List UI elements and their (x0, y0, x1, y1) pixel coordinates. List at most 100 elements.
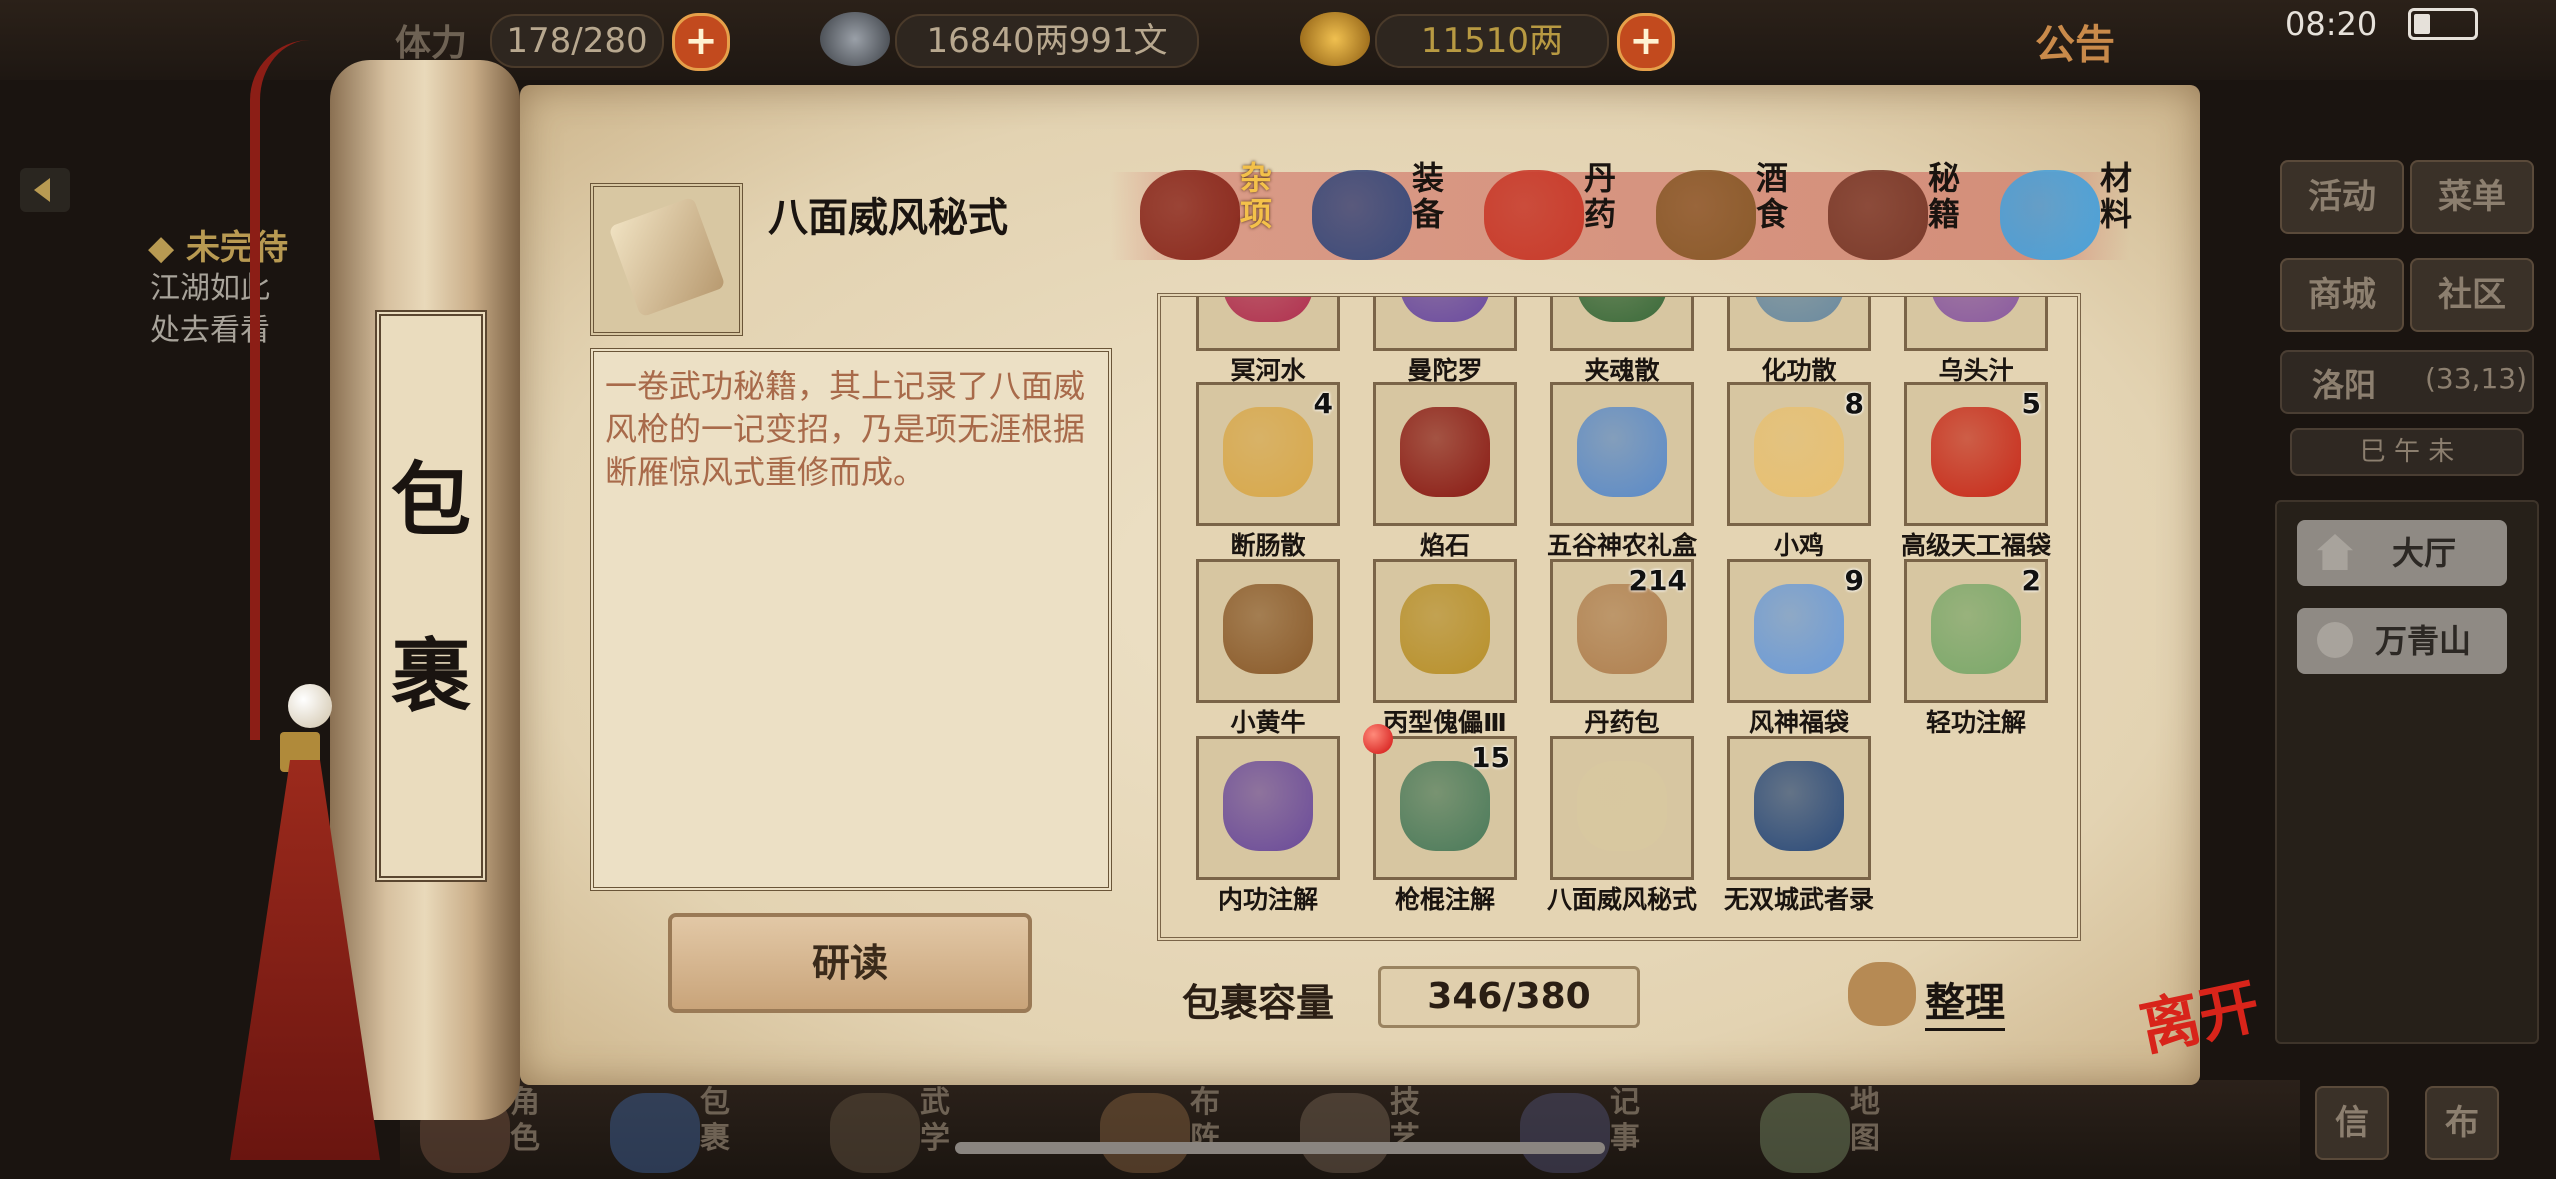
location-coords: (33,13) (2425, 362, 2528, 395)
inventory-slot[interactable] (1904, 297, 2048, 351)
inventory-slot[interactable] (1373, 297, 1517, 351)
home-indicator (955, 1142, 1605, 1154)
inventory-slot[interactable] (1373, 559, 1517, 703)
map-icon (1760, 1093, 1850, 1173)
nav-journal[interactable]: 记事 (1520, 1085, 1700, 1175)
gift-box-icon (1577, 407, 1667, 497)
category-tab-4[interactable]: 秘籍 (1828, 160, 1993, 270)
inventory-grid[interactable]: 冥河水 曼陀罗 夹魂散 化功散 乌头汁 4 断肠散 焰石 五谷神农礼盒 8 小鸡 5 高级天工福袋 小黄牛… (1157, 293, 2081, 941)
tag-char-2: 裹 (391, 629, 471, 723)
inventory-slot[interactable] (1727, 736, 1871, 880)
item-name: 高级天工福袋 (1900, 531, 2051, 560)
category-label: 杂项 (1240, 159, 1273, 233)
menu-button[interactable]: 菜单 (2410, 160, 2534, 234)
selected-item-name: 八面威风秘式 (768, 195, 1008, 241)
item-name: 小鸡 (1773, 531, 1824, 560)
nav-formation[interactable]: 布阵 (1100, 1085, 1280, 1175)
martial-books-icon (830, 1093, 920, 1173)
powder-icon (1577, 297, 1667, 322)
notice-button[interactable]: 公告 (2035, 12, 2115, 70)
flask-icon (1931, 297, 2021, 322)
tag-char-1: 包 (391, 453, 471, 547)
tassel-cord (250, 40, 320, 740)
inventory-slot[interactable] (1373, 382, 1517, 526)
activity-button[interactable]: 活动 (2280, 160, 2404, 234)
red-stone-icon (1400, 407, 1490, 497)
scroll-check-icon (1577, 761, 1667, 851)
item-name: 焰石 (1419, 531, 1470, 560)
sort-bag-icon[interactable] (1848, 962, 1916, 1026)
mall-button[interactable]: 商城 (2280, 258, 2404, 332)
clock: 08:20 (2285, 5, 2378, 43)
mail-button[interactable]: 信 (2315, 1086, 2389, 1160)
inventory-slot[interactable] (1196, 297, 1340, 351)
category-tab-1[interactable]: 装备 (1312, 160, 1477, 270)
item-name: 五谷神农礼盒 (1546, 531, 1697, 560)
inventory-slot[interactable] (1196, 559, 1340, 703)
item-name: 枪棍注解 (1394, 885, 1495, 914)
inventory-slot[interactable] (1550, 736, 1694, 880)
item-name: 断肠散 (1230, 531, 1306, 560)
item-description: 一卷武功秘籍，其上记录了八面威风枪的一记变招，乃是项无涯根据断雁惊风式重修而成。 (605, 367, 1086, 491)
bowl-icon (1223, 407, 1313, 497)
npc-wan-qingshan-button[interactable]: 万青山 (2297, 608, 2507, 674)
item-count: 5 (2021, 387, 2041, 420)
bag-title-tag: 包 裹 (375, 310, 487, 882)
category-label: 装备 (1412, 159, 1445, 233)
category-label: 秘籍 (1928, 159, 1961, 233)
wine-food-icon (1656, 170, 1756, 260)
inventory-slot[interactable] (1550, 382, 1694, 526)
gold-ingot-icon (1300, 12, 1370, 66)
formation-button[interactable]: 布 (2425, 1086, 2499, 1160)
pills-icon (1484, 170, 1584, 260)
scroll-cauldron-icon (1223, 761, 1313, 851)
armor-icon (1312, 170, 1412, 260)
category-tab-5[interactable]: 材料 (2000, 160, 2165, 270)
bottle-icon (1223, 297, 1313, 322)
community-button[interactable]: 社区 (2410, 258, 2534, 332)
inventory-slot[interactable] (1550, 297, 1694, 351)
inventory-slot[interactable]: 214 (1550, 559, 1694, 703)
powder-icon (1754, 297, 1844, 322)
inventory-slot[interactable]: 15 (1373, 736, 1517, 880)
item-count: 214 (1628, 564, 1687, 597)
bag-icon (610, 1093, 700, 1173)
add-stamina-button[interactable]: + (672, 13, 730, 71)
sort-button[interactable]: 整理 (1925, 970, 2005, 1031)
inventory-slot[interactable]: 4 (1196, 382, 1340, 526)
item-count: 4 (1313, 387, 1333, 420)
item-name: 风神福袋 (1748, 708, 1849, 737)
room-hall-button[interactable]: 大厅 (2297, 520, 2507, 586)
inventory-slot[interactable] (1196, 736, 1340, 880)
inventory-slot[interactable]: 2 (1904, 559, 2048, 703)
jade-bead (288, 684, 332, 728)
category-tab-3[interactable]: 酒食 (1656, 160, 1821, 270)
book-icon (1754, 761, 1844, 851)
category-tab-0[interactable]: 杂项 (1140, 160, 1305, 270)
item-name: 内功注解 (1217, 885, 1318, 914)
books-icon (1828, 170, 1928, 260)
inventory-slot[interactable]: 8 (1727, 382, 1871, 526)
nav-martial-arts[interactable]: 武学 (830, 1085, 1010, 1175)
inventory-slot[interactable]: 5 (1904, 382, 2048, 526)
chicks-icon (1754, 407, 1844, 497)
nav-map[interactable]: 地图 (1760, 1085, 1940, 1175)
time-compass: 巳 午 未 (2290, 428, 2524, 476)
category-tab-2[interactable]: 丹药 (1484, 160, 1649, 270)
lucky-bag-icon (1931, 407, 2021, 497)
box-icon (1400, 297, 1490, 322)
nav-skills[interactable]: 技艺 (1300, 1085, 1480, 1175)
add-gold-button[interactable]: + (1617, 13, 1675, 71)
item-count: 2 (2021, 564, 2041, 597)
selected-item-icon (590, 183, 743, 336)
inventory-slot[interactable]: 9 (1727, 559, 1871, 703)
read-button[interactable]: 研读 (668, 913, 1032, 1013)
capacity-value: 346/380 (1378, 966, 1640, 1028)
inventory-slot[interactable] (1727, 297, 1871, 351)
item-name: 八面威风秘式 (1546, 885, 1697, 914)
category-label: 酒食 (1756, 159, 1789, 233)
back-arrow-icon[interactable] (20, 168, 70, 212)
person-icon (2317, 622, 2353, 658)
nav-bag[interactable]: 包裹 (610, 1085, 790, 1175)
item-count: 15 (1471, 741, 1510, 774)
